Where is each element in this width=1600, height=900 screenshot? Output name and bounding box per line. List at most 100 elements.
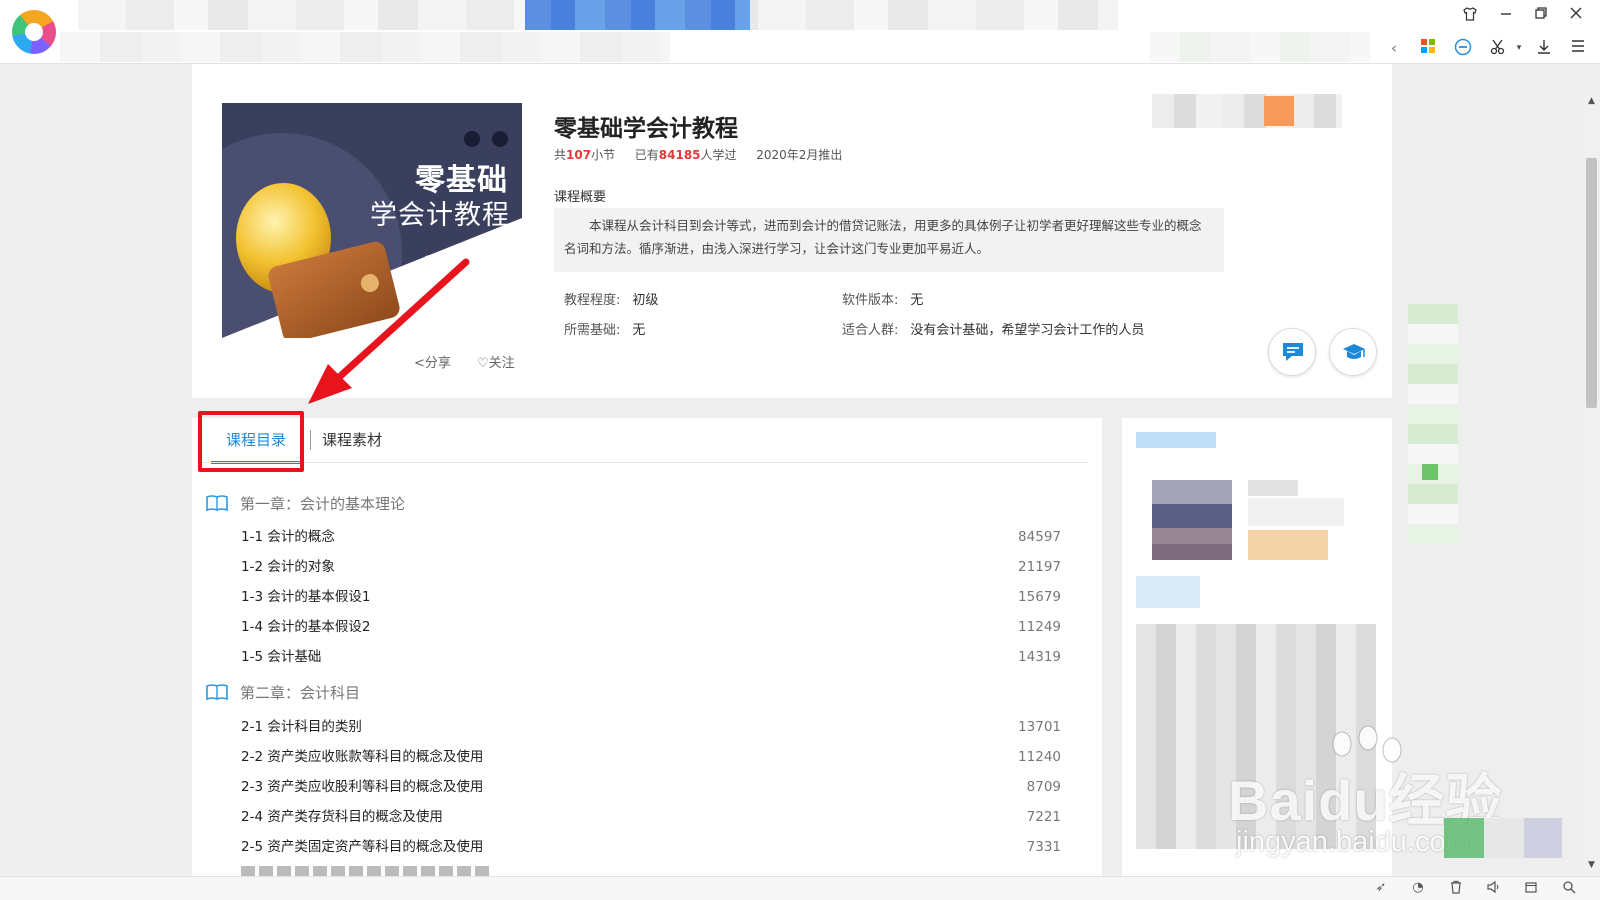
follow-button[interactable]: ♡关注 [477, 352, 515, 371]
lesson-row[interactable]: 2-2 资产类应收账款等科目的概念及使用 11240 [241, 745, 1061, 769]
lesson-row[interactable]: 1-5 会计基础 14319 [241, 645, 1061, 669]
lessons-suffix: 小节 [591, 148, 616, 162]
browser-status-bar [0, 876, 1600, 900]
chat-bubble-icon [1283, 343, 1303, 361]
scissors-dropdown-icon[interactable]: ▾ [1508, 38, 1530, 58]
chapter-heading: 第二章：会计科目 [206, 680, 360, 706]
lesson-row[interactable]: 2-4 资产类存货科目的概念及使用 7221 [241, 805, 1061, 829]
lessons-prefix: 共 [554, 148, 567, 162]
graduation-cap-icon [1343, 344, 1365, 359]
course-certificate-button[interactable] [1329, 328, 1377, 376]
scissors-icon[interactable] [1487, 38, 1509, 58]
info-audience-value: 没有会计基础，希望学习会计工作的人员 [910, 323, 1145, 338]
blurred-toolbar-items [1150, 32, 1370, 62]
lesson-row-cut-off[interactable] [241, 866, 491, 876]
info-software: 软件版本: 无 [842, 289, 923, 308]
lesson-title[interactable]: 1-1 会计的概念 [241, 529, 335, 545]
lesson-views: 7331 [1026, 839, 1061, 855]
scroll-up-icon[interactable]: ▲ [1585, 96, 1598, 106]
share-icon: < [414, 356, 425, 371]
close-icon[interactable] [1565, 6, 1587, 26]
cover-tagline: 我要自学网专业课程 [424, 256, 506, 266]
lesson-views: 84597 [1018, 529, 1061, 545]
lessons-count: 107 [566, 148, 592, 162]
lesson-row[interactable]: 1-3 会计的基本假设1 15679 [241, 585, 1061, 609]
follow-label: 关注 [488, 356, 515, 371]
course-cover-image[interactable]: 零基础 学会计教程 我要自学网专业课程 [222, 103, 522, 338]
course-meta: 共107小节 已有84185人学过 2020年2月推出 [554, 146, 842, 163]
blurred-active-tab[interactable] [525, 0, 750, 30]
menu-icon[interactable] [1567, 38, 1589, 58]
heart-icon: ♡ [477, 356, 489, 371]
lesson-views: 15679 [1018, 589, 1061, 605]
lesson-row[interactable]: 1-4 会计的基本假设2 11249 [241, 615, 1061, 639]
lesson-views: 8709 [1026, 779, 1061, 795]
lesson-title[interactable]: 1-5 会计基础 [241, 649, 321, 665]
blurred-teacher-name [1248, 480, 1298, 496]
learners-count: 84185 [658, 148, 701, 162]
browser-logo-icon[interactable] [12, 10, 56, 54]
info-software-label: 软件版本: [842, 293, 899, 308]
search-icon[interactable] [1560, 880, 1578, 896]
blurred-sidebar-heading [1136, 432, 1216, 448]
browser-address-bar[interactable] [0, 32, 1600, 64]
browser-title-bar [0, 0, 1600, 32]
lesson-row[interactable]: 1-1 会计的概念 84597 [241, 525, 1061, 549]
blurred-right-edge [1408, 304, 1458, 544]
lesson-row[interactable]: 1-2 会计的对象 21197 [241, 555, 1061, 579]
speed-icon[interactable]: ◔ [1409, 880, 1427, 896]
cover-title-line2: 学会计教程 [370, 200, 510, 231]
minus-circle-icon[interactable] [1452, 38, 1474, 58]
lesson-title[interactable]: 2-2 资产类应收账款等科目的概念及使用 [241, 749, 483, 765]
apps-grid-icon[interactable] [1417, 38, 1439, 58]
blurred-teacher-badge [1248, 530, 1328, 560]
lesson-row[interactable]: 2-1 会计科目的类别 13701 [241, 715, 1061, 739]
trash-icon[interactable] [1447, 880, 1465, 896]
info-audience-label: 适合人群: [842, 323, 899, 338]
share-button[interactable]: <分享 [414, 352, 451, 371]
rocket-icon[interactable]: ➶ [1372, 880, 1390, 896]
lesson-title[interactable]: 1-3 会计的基本假设1 [241, 589, 370, 605]
release-date: 2020年2月推出 [756, 148, 843, 162]
lesson-row[interactable]: 2-3 资产类应收股利等科目的概念及使用 8709 [241, 775, 1061, 799]
comment-button[interactable] [1268, 328, 1316, 376]
info-prereq-value: 无 [632, 323, 646, 338]
cover-dot [464, 131, 480, 147]
lesson-title[interactable]: 2-1 会计科目的类别 [241, 719, 362, 735]
tab-course-materials[interactable]: 课程素材 [322, 420, 382, 460]
info-prereq: 所需基础: 无 [564, 319, 645, 338]
info-level-label: 教程程度: [564, 293, 621, 308]
lesson-title[interactable]: 1-2 会计的对象 [241, 559, 335, 575]
learners-suffix: 人学过 [700, 148, 737, 162]
restore-icon[interactable] [1530, 6, 1552, 26]
blurred-teacher-avatar [1152, 480, 1232, 560]
lesson-views: 7221 [1026, 809, 1061, 825]
blurred-float-widget [1444, 818, 1562, 858]
course-title: 零基础学会计教程 [554, 116, 738, 142]
lesson-title[interactable]: 2-3 资产类应收股利等科目的概念及使用 [241, 779, 483, 795]
back-chevron-icon[interactable]: ‹ [1383, 38, 1405, 58]
lesson-row[interactable]: 2-5 资产类固定资产等科目的概念及使用 7331 [241, 835, 1061, 859]
info-level-value: 初级 [632, 293, 659, 308]
blurred-orange-block [1264, 96, 1294, 126]
overview-text: 本课程从会计科目到会计等式，进而到会计的借贷记账法，用更多的具体例子让初学者更好… [554, 208, 1224, 272]
lesson-title[interactable]: 2-5 资产类固定资产等科目的概念及使用 [241, 839, 483, 855]
info-level: 教程程度: 初级 [564, 289, 658, 308]
lesson-views: 13701 [1018, 719, 1061, 735]
blurred-address [60, 32, 670, 62]
download-icon[interactable] [1533, 38, 1555, 58]
shirt-icon[interactable] [1459, 6, 1481, 26]
blurred-teacher-info [1248, 498, 1344, 526]
scrollbar-thumb[interactable] [1586, 158, 1597, 408]
lesson-title[interactable]: 2-4 资产类存货科目的概念及使用 [241, 809, 443, 825]
chapter-heading: 第一章：会计的基本理论 [206, 491, 405, 517]
share-label: 分享 [424, 356, 451, 371]
scroll-down-icon[interactable]: ▼ [1585, 860, 1598, 870]
chapter-title: 第二章：会计科目 [240, 684, 361, 702]
minimize-icon[interactable] [1495, 6, 1517, 26]
book-icon [206, 495, 228, 512]
volume-icon[interactable] [1484, 880, 1502, 896]
info-audience: 适合人群: 没有会计基础，希望学习会计工作的人员 [842, 319, 1144, 338]
window-icon[interactable] [1522, 880, 1540, 896]
lesson-title[interactable]: 1-4 会计的基本假设2 [241, 619, 370, 635]
